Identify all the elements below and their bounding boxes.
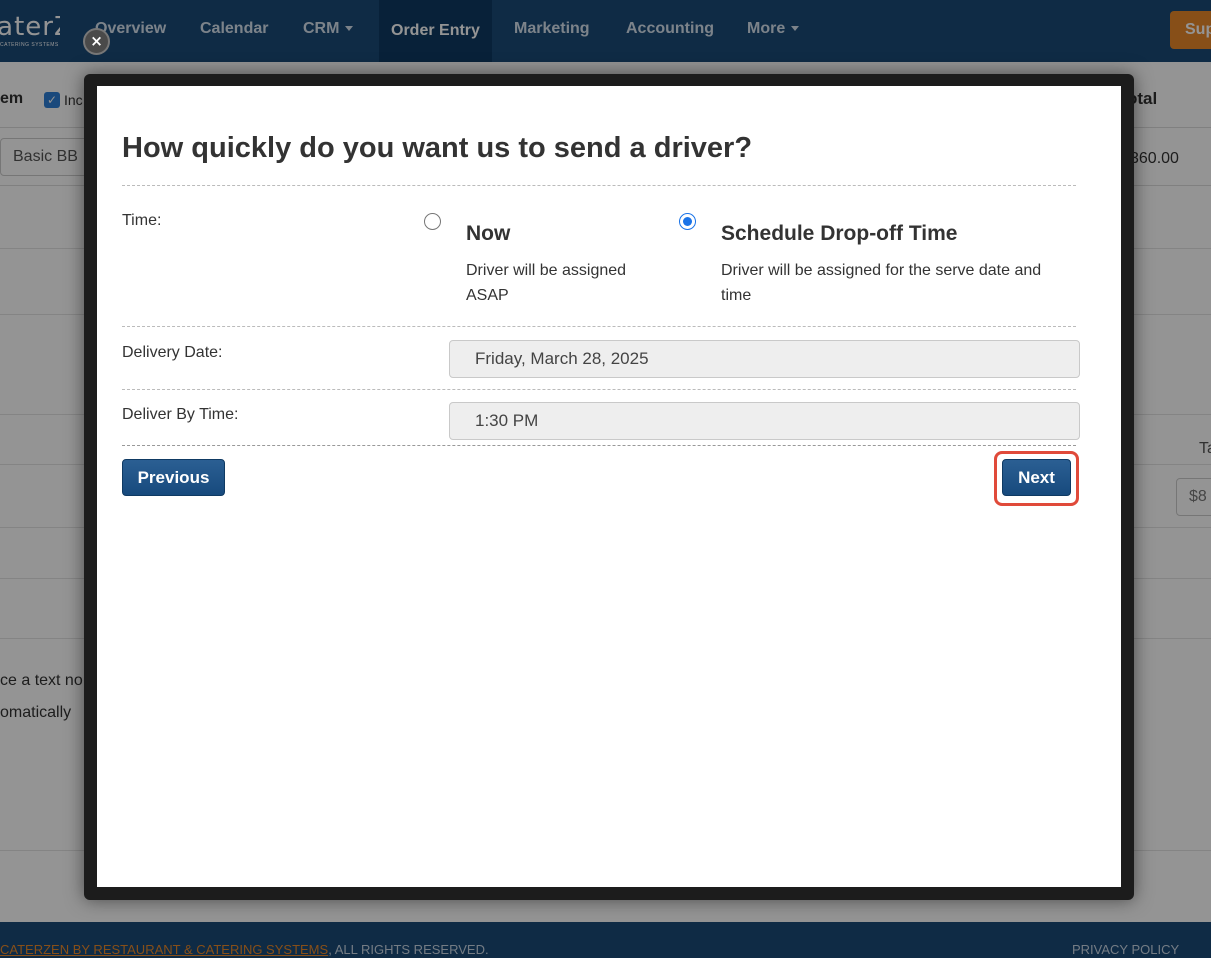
- time-label: Time:: [122, 212, 162, 229]
- close-modal-button[interactable]: ×: [83, 28, 110, 55]
- now-radio[interactable]: [424, 213, 441, 230]
- modal-title: How quickly do you want us to send a dri…: [122, 132, 753, 164]
- schedule-option-title[interactable]: Schedule Drop-off Time: [721, 222, 957, 246]
- deliver-by-time-field[interactable]: 1:30 PM: [449, 402, 1080, 440]
- delivery-date-label: Delivery Date:: [122, 344, 223, 361]
- delivery-date-field[interactable]: Friday, March 28, 2025: [449, 340, 1080, 378]
- section-divider: [122, 445, 1076, 446]
- section-divider: [122, 326, 1076, 327]
- deliver-by-time-label: Deliver By Time:: [122, 406, 239, 423]
- next-button[interactable]: Next: [1002, 459, 1071, 496]
- previous-button[interactable]: Previous: [122, 459, 225, 496]
- now-option-description: Driver will be assigned ASAP: [466, 262, 627, 304]
- now-option-title[interactable]: Now: [466, 222, 510, 246]
- schedule-option-description: Driver will be assigned for the serve da…: [721, 262, 1042, 304]
- schedule-dropoff-radio[interactable]: [679, 213, 696, 230]
- close-icon: ×: [90, 32, 103, 50]
- section-divider: [122, 389, 1076, 390]
- driver-dispatch-modal: [97, 86, 1121, 887]
- section-divider: [122, 185, 1076, 186]
